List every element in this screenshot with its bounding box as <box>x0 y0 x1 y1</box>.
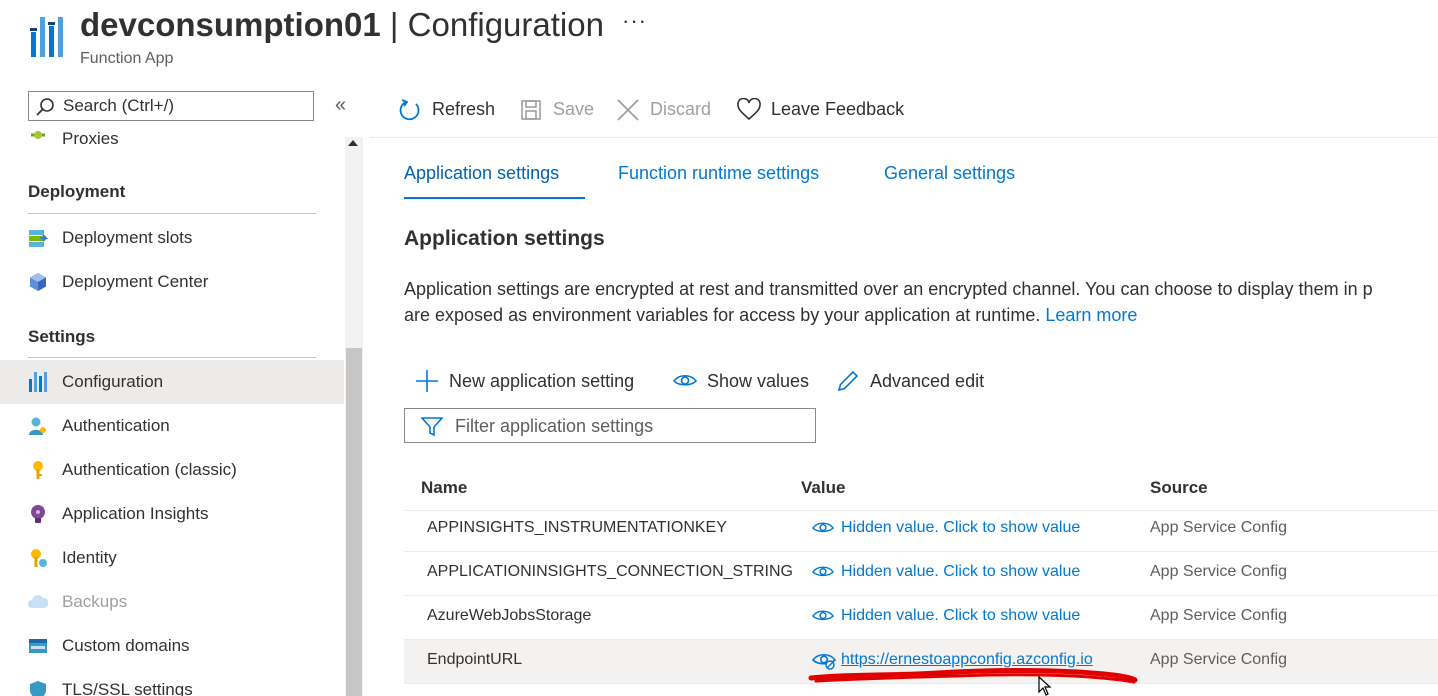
sidebar-item-backups[interactable]: Backups <box>0 580 344 624</box>
blade-name: Configuration <box>407 6 604 43</box>
setting-source: App Service Config <box>1150 651 1287 668</box>
column-header-name[interactable]: Name <box>421 478 467 498</box>
scrollbar-thumb[interactable] <box>346 348 362 696</box>
description-text: Application settings are encrypted at re… <box>404 279 1373 299</box>
tab-general-settings[interactable]: General settings <box>884 163 1015 184</box>
description-text-part: are exposed as environment variables for… <box>404 305 1041 325</box>
custom-domains-icon <box>29 639 47 653</box>
sidebar-item-identity[interactable]: Identity <box>0 536 344 580</box>
sidebar-item-label: Deployment Center <box>62 272 209 291</box>
eye-icon <box>812 610 834 621</box>
search-icon <box>36 98 54 116</box>
setting-source: App Service Config <box>1150 563 1287 580</box>
close-icon <box>617 99 639 121</box>
toolbar-divider <box>370 137 1438 138</box>
sidebar-item-label: Application Insights <box>62 504 209 523</box>
red-annotation-underline <box>808 668 1138 684</box>
scroll-up-arrow-icon[interactable] <box>348 140 358 146</box>
eye-icon <box>673 374 697 386</box>
sidebar-item-tls-ssl-settings[interactable]: TLS/SSL settings <box>0 668 344 696</box>
sidebar-section-deployment: Deployment <box>28 182 126 201</box>
section-divider <box>28 357 316 358</box>
sidebar-item-proxies[interactable]: Proxies <box>0 117 344 157</box>
refresh-icon <box>399 99 420 121</box>
key-icon <box>33 461 43 479</box>
sidebar-item-configuration[interactable]: Configuration <box>0 360 344 404</box>
show-values-label: Show values <box>707 371 810 391</box>
setting-source: App Service Config <box>1150 519 1287 536</box>
refresh-label: Refresh <box>432 99 496 119</box>
table-row[interactable]: APPLICATIONINSIGHTS_CONNECTION_STRING Hi… <box>404 552 1438 596</box>
sidebar-item-label: Proxies <box>62 129 119 148</box>
sidebar-section-settings: Settings <box>28 327 96 346</box>
heart-icon <box>737 98 761 121</box>
sidebar-item-label: Custom domains <box>62 636 190 655</box>
sidebar-item-label: Identity <box>62 548 117 567</box>
sidebar-item-label: Configuration <box>62 372 164 391</box>
save-label: Save <box>553 99 595 119</box>
section-title: Application settings <box>404 227 605 250</box>
function-app-icon <box>30 17 63 57</box>
resource-type: Function App <box>80 50 174 67</box>
filter-box[interactable] <box>404 408 816 443</box>
sidebar-item-application-insights[interactable]: Application Insights <box>0 492 344 536</box>
configuration-icon <box>29 372 47 392</box>
sidebar-item-label: TLS/SSL settings <box>62 680 193 696</box>
sidebar-item-label: Backups <box>62 592 128 611</box>
setting-name[interactable]: APPLICATIONINSIGHTS_CONNECTION_STRING <box>427 563 793 581</box>
collapse-sidebar-button[interactable]: « <box>335 94 346 117</box>
table-row[interactable]: APPINSIGHTS_INSTRUMENTATIONKEY Hidden va… <box>404 508 1438 552</box>
save-icon <box>521 100 541 120</box>
pencil-icon <box>837 370 859 392</box>
tab-function-runtime-settings[interactable]: Function runtime settings <box>618 163 819 184</box>
backups-icon <box>28 595 48 608</box>
sidebar-item-label: Authentication (classic) <box>62 460 237 479</box>
sidebar-item-authentication[interactable]: Authentication <box>0 404 344 448</box>
new-setting-label: New application setting <box>449 371 635 391</box>
resource-name: devconsumption01 <box>80 6 381 43</box>
active-tab-indicator <box>404 197 585 199</box>
lightbulb-icon <box>31 505 45 523</box>
mouse-cursor-icon <box>1038 676 1052 696</box>
sidebar-item-label: Authentication <box>62 416 170 435</box>
table-row[interactable]: AzureWebJobsStorage Hidden value. Click … <box>404 596 1438 640</box>
section-divider <box>28 213 316 214</box>
sidebar-item-deployment-slots[interactable]: Deployment slots <box>0 216 344 260</box>
search-input[interactable] <box>61 95 305 117</box>
setting-name[interactable]: APPINSIGHTS_INSTRUMENTATIONKEY <box>427 519 727 537</box>
learn-more-link[interactable]: Learn more <box>1045 305 1137 325</box>
deployment-slots-icon <box>29 230 48 247</box>
eye-icon <box>812 522 834 533</box>
sidebar-item-custom-domains[interactable]: Custom domains <box>0 624 344 668</box>
hidden-value-link[interactable]: Hidden value. Click to show value <box>841 519 1080 537</box>
setting-name[interactable]: AzureWebJobsStorage <box>427 607 591 625</box>
hidden-value-link[interactable]: Hidden value. Click to show value <box>841 607 1080 625</box>
proxies-icon <box>31 131 45 139</box>
sidebar-item-label: Deployment slots <box>62 228 193 247</box>
filter-icon <box>421 417 443 437</box>
identity-icon <box>31 549 47 567</box>
hidden-value-link[interactable]: Hidden value. Click to show value <box>841 563 1080 581</box>
tab-application-settings[interactable]: Application settings <box>404 163 559 184</box>
eye-icon <box>812 566 834 577</box>
page-title: devconsumption01 | Configuration <box>80 6 604 44</box>
sidebar-item-deployment-center[interactable]: Deployment Center <box>0 260 344 304</box>
deployment-center-icon <box>30 273 46 291</box>
setting-name[interactable]: EndpointURL <box>427 651 522 669</box>
more-options-button[interactable]: ··· <box>622 8 647 34</box>
column-header-source[interactable]: Source <box>1150 478 1208 498</box>
column-header-value[interactable]: Value <box>801 478 845 498</box>
filter-input[interactable] <box>453 415 807 438</box>
title-separator: | <box>380 6 408 43</box>
sidebar-item-authentication-classic[interactable]: Authentication (classic) <box>0 448 344 492</box>
setting-source: App Service Config <box>1150 607 1287 624</box>
authentication-icon <box>29 417 46 435</box>
discard-label: Discard <box>650 99 712 119</box>
shield-icon <box>30 681 46 696</box>
advanced-edit-label: Advanced edit <box>870 371 985 391</box>
description-text: are exposed as environment variables for… <box>404 305 1137 326</box>
plus-icon <box>416 370 438 392</box>
leave-feedback-label: Leave Feedback <box>771 99 905 119</box>
